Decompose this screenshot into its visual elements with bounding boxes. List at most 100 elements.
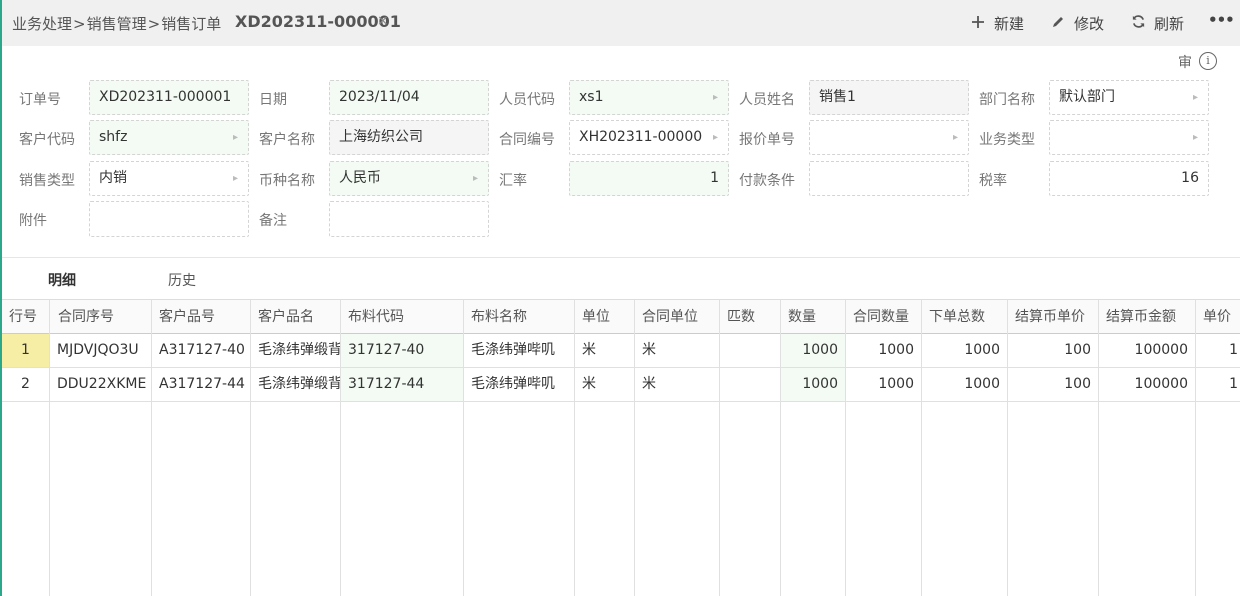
refresh-button-label: 刷新 bbox=[1154, 15, 1185, 33]
business-type-field[interactable]: ▸ bbox=[1049, 120, 1209, 155]
staff-code-label: 人员代码 bbox=[499, 92, 555, 108]
refresh-button[interactable]: 刷新 bbox=[1130, 13, 1184, 34]
more-options-icon[interactable]: ••• bbox=[1208, 11, 1235, 29]
table-cell[interactable]: 米 bbox=[635, 334, 720, 367]
new-button[interactable]: 新建 bbox=[970, 13, 1024, 34]
customer-code-field[interactable]: shfz ▸ bbox=[89, 120, 249, 155]
date-field[interactable]: 2023/11/04 bbox=[329, 80, 489, 115]
column-header[interactable]: 客户品号 bbox=[152, 300, 251, 334]
grid-column-line bbox=[1007, 402, 1008, 596]
table-cell[interactable]: 100 bbox=[1008, 334, 1099, 367]
table-cell[interactable]: 米 bbox=[575, 368, 635, 401]
column-header[interactable]: 合同序号 bbox=[50, 300, 152, 334]
table-cell[interactable]: DDU22XKME bbox=[50, 368, 152, 401]
breadcrumb-item[interactable]: 业务处理 bbox=[12, 15, 72, 33]
column-header[interactable]: 客户品名 bbox=[251, 300, 341, 334]
chevron-right-icon[interactable]: ▸ bbox=[1193, 81, 1198, 114]
info-icon[interactable]: i bbox=[1199, 52, 1217, 70]
breadcrumb-item[interactable]: 销售订单 bbox=[161, 15, 221, 33]
column-header[interactable]: 行号 bbox=[2, 300, 50, 334]
table-cell[interactable]: 1000 bbox=[846, 334, 922, 367]
dept-name-field[interactable]: 默认部门 ▸ bbox=[1049, 80, 1209, 115]
table-cell[interactable] bbox=[720, 334, 781, 367]
exchange-rate-label: 汇率 bbox=[499, 173, 527, 189]
chevron-right-icon[interactable]: ▸ bbox=[473, 162, 478, 195]
attachment-field[interactable] bbox=[89, 201, 249, 237]
order-no-field[interactable]: XD202311-000001 bbox=[89, 80, 249, 115]
chevron-right-icon[interactable]: ▸ bbox=[1193, 121, 1198, 154]
quote-no-field[interactable]: ▸ bbox=[809, 120, 969, 155]
table-cell[interactable]: A317127-40 bbox=[152, 334, 251, 367]
chevron-right-icon[interactable]: ▸ bbox=[233, 162, 238, 195]
row-number-cell[interactable]: 1 bbox=[2, 334, 50, 367]
table-cell[interactable]: 毛涤纬弹哔叽 bbox=[464, 334, 575, 367]
grid-column-line bbox=[1098, 402, 1099, 596]
sales-type-field[interactable]: 内销 ▸ bbox=[89, 161, 249, 196]
table-cell[interactable]: 317127-40 bbox=[341, 334, 464, 367]
remark-field[interactable] bbox=[329, 201, 489, 237]
staff-code-field[interactable]: xs1 ▸ bbox=[569, 80, 729, 115]
tax-rate-field[interactable]: 16 bbox=[1049, 161, 1209, 196]
table-cell[interactable]: 毛涤纬弹缎背 bbox=[251, 368, 341, 401]
contract-no-field[interactable]: XH202311-00000 ▸ bbox=[569, 120, 729, 155]
column-header[interactable]: 合同单位 bbox=[635, 300, 720, 334]
top-bar: 业务处理>销售管理>销售订单 XD202311-000001 × 新建 修改 刷… bbox=[2, 0, 1240, 46]
table-cell[interactable]: 317127-44 bbox=[341, 368, 464, 401]
table-cell[interactable]: 毛涤纬弹哔叽 bbox=[464, 368, 575, 401]
grid-column-line bbox=[151, 402, 152, 596]
column-header[interactable]: 单价 bbox=[1196, 300, 1240, 334]
table-cell[interactable]: 米 bbox=[635, 368, 720, 401]
table-cell[interactable]: 1 bbox=[1196, 334, 1240, 367]
column-header[interactable]: 布料名称 bbox=[464, 300, 575, 334]
table-cell[interactable]: 1000 bbox=[922, 334, 1008, 367]
row-number-cell[interactable]: 2 bbox=[2, 368, 50, 401]
column-header[interactable]: 结算币单价 bbox=[1008, 300, 1099, 334]
table-cell[interactable]: 1000 bbox=[781, 334, 846, 367]
tab-history[interactable]: 历史 bbox=[168, 270, 196, 290]
audit-status: 审 bbox=[1178, 55, 1192, 71]
table-cell[interactable]: 1 bbox=[1196, 368, 1240, 401]
chevron-right-icon[interactable]: ▸ bbox=[953, 121, 958, 154]
column-header[interactable]: 单位 bbox=[575, 300, 635, 334]
tab-details[interactable]: 明细 bbox=[48, 270, 76, 290]
grid-column-line bbox=[340, 402, 341, 596]
table-cell[interactable]: 100000 bbox=[1099, 368, 1196, 401]
column-header[interactable]: 合同数量 bbox=[846, 300, 922, 334]
table-cell[interactable]: 米 bbox=[575, 334, 635, 367]
chevron-right-icon[interactable]: ▸ bbox=[713, 81, 718, 114]
table-cell[interactable]: 100000 bbox=[1099, 334, 1196, 367]
customer-code-value: shfz bbox=[99, 129, 128, 145]
column-header[interactable]: 下单总数 bbox=[922, 300, 1008, 334]
table-cell[interactable]: MJDVJQO3U bbox=[50, 334, 152, 367]
document-tab[interactable]: XD202311-000001 bbox=[235, 12, 401, 31]
table-cell[interactable]: 1000 bbox=[781, 368, 846, 401]
quote-no-label: 报价单号 bbox=[739, 132, 795, 148]
chevron-right-icon[interactable]: ▸ bbox=[713, 121, 718, 154]
table-cell[interactable]: 100 bbox=[1008, 368, 1099, 401]
table-row[interactable]: 2 DDU22XKME A317127-44 毛涤纬弹缎背 317127-44 … bbox=[2, 368, 1240, 402]
dept-name-value: 默认部门 bbox=[1059, 89, 1115, 105]
column-header[interactable]: 数量 bbox=[781, 300, 846, 334]
grid-column-line bbox=[780, 402, 781, 596]
chevron-right-icon[interactable]: ▸ bbox=[233, 121, 238, 154]
close-tab-icon[interactable]: × bbox=[377, 13, 389, 29]
table-cell[interactable]: 1000 bbox=[922, 368, 1008, 401]
table-cell[interactable]: A317127-44 bbox=[152, 368, 251, 401]
payment-terms-field[interactable] bbox=[809, 161, 969, 196]
section-divider bbox=[2, 257, 1240, 258]
column-header[interactable]: 布料代码 bbox=[341, 300, 464, 334]
currency-value: 人民币 bbox=[339, 170, 381, 186]
edit-button-label: 修改 bbox=[1074, 15, 1105, 33]
edit-button[interactable]: 修改 bbox=[1050, 13, 1104, 34]
grid-column-line bbox=[250, 402, 251, 596]
column-header[interactable]: 匹数 bbox=[720, 300, 781, 334]
table-row[interactable]: 1 MJDVJQO3U A317127-40 毛涤纬弹缎背 317127-40 … bbox=[2, 334, 1240, 368]
exchange-rate-field[interactable]: 1 bbox=[569, 161, 729, 196]
table-cell[interactable] bbox=[720, 368, 781, 401]
breadcrumb-item[interactable]: 销售管理 bbox=[87, 15, 147, 33]
table-cell[interactable]: 1000 bbox=[846, 368, 922, 401]
currency-field[interactable]: 人民币 ▸ bbox=[329, 161, 489, 196]
column-header[interactable]: 结算币金额 bbox=[1099, 300, 1196, 334]
new-button-label: 新建 bbox=[994, 15, 1025, 33]
table-cell[interactable]: 毛涤纬弹缎背 bbox=[251, 334, 341, 367]
